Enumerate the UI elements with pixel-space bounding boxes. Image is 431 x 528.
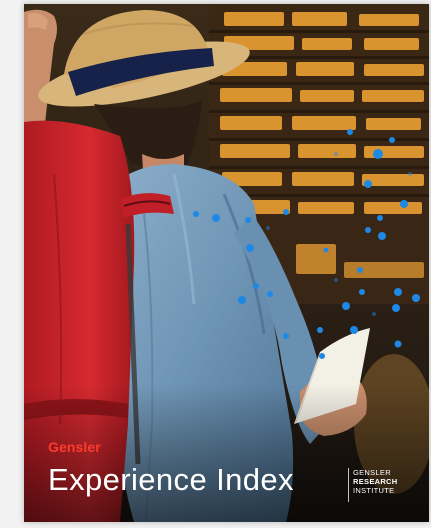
research-institute-mark: GENSLER RESEARCH INSTITUTE xyxy=(353,468,427,495)
report-cover: Gensler Experience Index GENSLER RESEARC… xyxy=(24,4,429,522)
institute-line-2: RESEARCH xyxy=(353,477,398,486)
title-divider xyxy=(348,468,349,502)
report-title: Experience Index xyxy=(48,462,294,497)
institute-line-3: INSTITUTE xyxy=(353,486,395,495)
institute-line-1: GENSLER xyxy=(353,468,391,477)
gensler-logo: Gensler xyxy=(48,439,101,455)
